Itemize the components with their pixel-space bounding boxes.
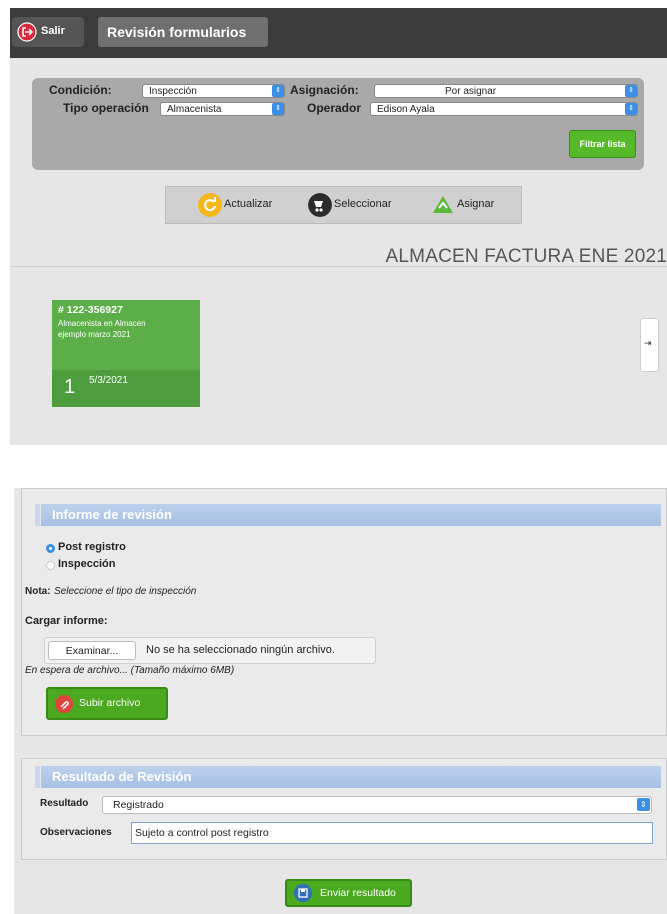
chevron-down-icon: ⇕	[625, 85, 637, 97]
chevron-down-icon: ⇕	[637, 798, 650, 811]
informe-header: Informe de revisión	[35, 504, 661, 526]
no-file-text: No se ha seleccionado ningún archivo.	[146, 644, 335, 656]
send-result-button[interactable]: Enviar resultado	[285, 879, 412, 907]
form-card-subtitle: ejemplo marzo 2021	[58, 330, 131, 339]
exit-button[interactable]: Salir	[12, 17, 84, 47]
file-input[interactable]: Examinar... No se ha seleccionado ningún…	[44, 637, 376, 664]
page-title-tab[interactable]: Revisión formularios	[98, 17, 268, 47]
operador-value: Edison Ayala	[377, 104, 435, 115]
filter-panel: Condición: Inspección ⇕ Asignación: Por …	[32, 78, 644, 170]
form-review-screen: Salir Revisión formularios Condición: In…	[10, 8, 667, 445]
operador-select[interactable]: Edison Ayala ⇕	[370, 102, 638, 116]
upload-status-text: En espera de archivo... (Tamaño máximo 6…	[25, 665, 235, 676]
condicion-select[interactable]: Inspección ⇕	[142, 84, 285, 98]
refresh-label: Actualizar	[224, 198, 273, 210]
select-button[interactable]: Seleccionar	[308, 192, 408, 218]
asignacion-label: Asignación:	[290, 83, 359, 97]
asignacion-value: Por asignar	[445, 86, 497, 97]
nota-text: Seleccione el tipo de inspección	[54, 586, 197, 597]
radio-inspeccion[interactable]	[46, 561, 55, 570]
filter-list-label: Filtrar lista	[579, 139, 626, 149]
filter-list-button[interactable]: Filtrar lista	[569, 130, 636, 158]
radio-post-registro-label: Post registro	[58, 541, 126, 553]
form-card-number: # 122-356927	[58, 304, 123, 316]
resultado-title: Resultado de Revisión	[52, 769, 192, 784]
assign-label: Asignar	[457, 198, 495, 210]
form-card-header: # 122-356927 Almacenista en Almacen ejem…	[52, 300, 200, 370]
condicion-value: Inspección	[149, 86, 197, 97]
radio-inspeccion-label: Inspección	[58, 558, 116, 570]
form-card-description: Almacenista en Almacen	[58, 319, 146, 328]
form-card[interactable]: # 122-356927 Almacenista en Almacen ejem…	[52, 300, 200, 407]
form-card-count: 1	[64, 376, 76, 398]
chevron-down-icon: ⇕	[272, 85, 284, 97]
refresh-icon	[198, 193, 222, 217]
chevron-down-icon: ⇕	[625, 103, 637, 115]
exit-label: Salir	[41, 25, 65, 37]
resultado-select[interactable]: Registrado ⇕	[102, 796, 652, 814]
chevron-down-icon: ⇕	[272, 103, 284, 115]
assign-button[interactable]: Asignar	[431, 192, 511, 218]
refresh-button[interactable]: Actualizar	[198, 192, 278, 218]
resultado-header: Resultado de Revisión	[35, 766, 661, 788]
tipo-operacion-select[interactable]: Almacenista ⇕	[160, 102, 285, 116]
save-icon	[294, 884, 312, 902]
observaciones-input[interactable]: Sujeto a control post registro	[131, 822, 653, 844]
divider	[10, 266, 667, 267]
attachment-icon	[55, 695, 73, 713]
informe-panel: Informe de revisión Post registro Inspec…	[21, 488, 667, 736]
select-cart-icon	[308, 193, 332, 217]
browse-label: Examinar...	[65, 645, 119, 657]
upload-file-button[interactable]: Subir archivo	[46, 687, 168, 720]
page-title: Revisión formularios	[107, 24, 247, 40]
resultado-value: Registrado	[113, 799, 164, 811]
browse-button[interactable]: Examinar...	[48, 641, 136, 660]
exit-icon	[17, 22, 37, 42]
condicion-label: Condición:	[49, 83, 112, 97]
cargar-informe-label: Cargar informe:	[25, 615, 108, 627]
send-result-label: Enviar resultado	[320, 887, 396, 899]
observaciones-value: Sujeto a control post registro	[135, 827, 269, 839]
select-label: Seleccionar	[334, 198, 392, 210]
tipo-operacion-label: Tipo operación	[63, 101, 149, 115]
asignacion-select[interactable]: Por asignar ⇕	[374, 84, 638, 98]
expand-arrow-icon: ⇥	[644, 338, 652, 348]
upload-file-label: Subir archivo	[79, 697, 141, 709]
action-toolbar: Actualizar Seleccionar Asignar	[165, 186, 522, 224]
review-detail-screen: Informe de revisión Post registro Inspec…	[14, 488, 667, 914]
observaciones-label: Observaciones	[40, 827, 112, 838]
resultado-label: Resultado	[40, 798, 89, 809]
form-card-date: 5/3/2021	[89, 375, 128, 386]
radio-post-registro[interactable]	[46, 544, 55, 553]
form-name-heading: ALMACEN FACTURA ENE 2021	[385, 246, 667, 267]
nota-label: Nota:	[25, 586, 51, 597]
operador-label: Operador	[307, 101, 362, 115]
informe-title: Informe de revisión	[52, 507, 172, 522]
top-navbar: Salir Revisión formularios	[10, 8, 667, 58]
side-panel-toggle[interactable]: ⇥	[640, 318, 659, 372]
assign-icon	[433, 196, 453, 213]
tipo-operacion-value: Almacenista	[167, 104, 222, 115]
